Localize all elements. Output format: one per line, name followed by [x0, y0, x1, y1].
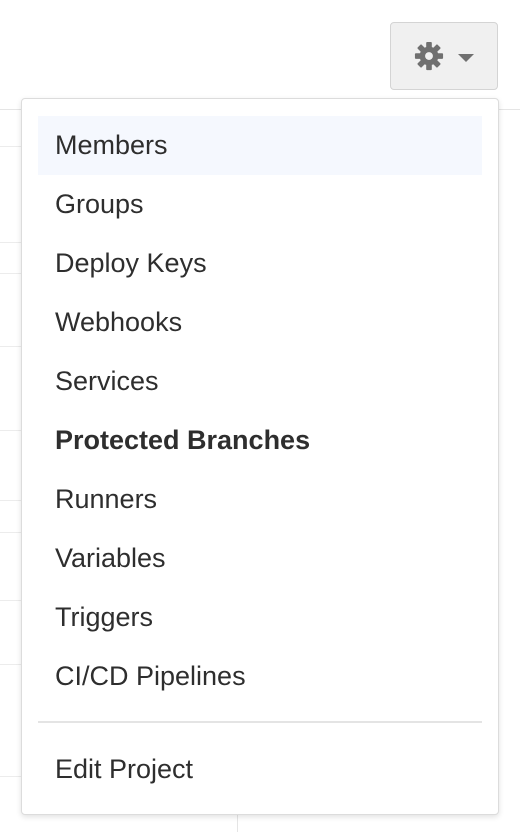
menu-item-webhooks[interactable]: Webhooks: [38, 293, 482, 352]
menu-item-protected-branches[interactable]: Protected Branches: [38, 411, 482, 470]
settings-dropdown-button[interactable]: [390, 22, 498, 90]
menu-item-label: Runners: [55, 484, 158, 514]
menu-item-variables[interactable]: Variables: [38, 529, 482, 588]
menu-item-label: Webhooks: [55, 307, 183, 337]
settings-dropdown-menu: Members Groups Deploy Keys Webhooks Serv…: [21, 98, 499, 815]
menu-item-label: Groups: [55, 189, 144, 219]
menu-item-label: Deploy Keys: [55, 248, 207, 278]
menu-item-label: Edit Project: [55, 754, 194, 784]
caret-down-icon: [458, 53, 474, 62]
menu-divider: [38, 721, 482, 723]
menu-item-deploy-keys[interactable]: Deploy Keys: [38, 234, 482, 293]
menu-item-runners[interactable]: Runners: [38, 470, 482, 529]
menu-item-label: Triggers: [55, 602, 154, 632]
menu-item-label: CI/CD Pipelines: [55, 661, 246, 691]
menu-item-label: Protected Branches: [55, 425, 311, 455]
menu-item-label: Variables: [55, 543, 166, 573]
menu-item-edit-project[interactable]: Edit Project: [38, 740, 482, 799]
gear-icon: [414, 41, 444, 71]
menu-item-triggers[interactable]: Triggers: [38, 588, 482, 647]
menu-item-services[interactable]: Services: [38, 352, 482, 411]
menu-item-ci-cd-pipelines[interactable]: CI/CD Pipelines: [38, 647, 482, 706]
menu-item-members[interactable]: Members: [38, 116, 482, 175]
menu-item-label: Services: [55, 366, 159, 396]
menu-item-groups[interactable]: Groups: [38, 175, 482, 234]
menu-item-label: Members: [55, 130, 168, 160]
